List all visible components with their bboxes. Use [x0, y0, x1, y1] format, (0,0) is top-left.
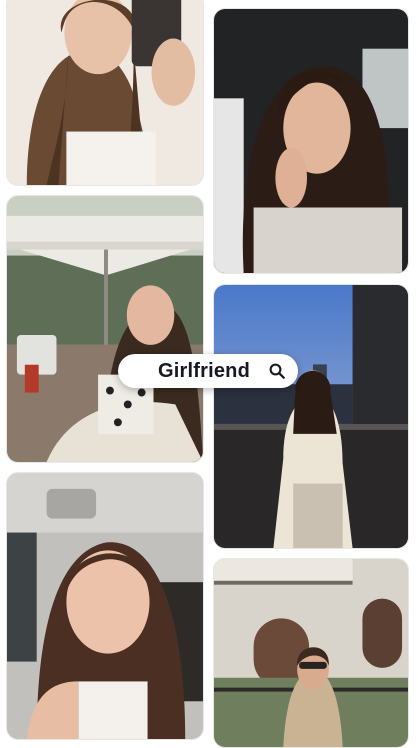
balcony-city-image: [214, 285, 408, 548]
photo-rooftop-umbrella[interactable]: [6, 195, 204, 463]
search-suggestion-pill[interactable]: Girlfriend: [118, 354, 298, 388]
photo-balcony-city-dusk[interactable]: [213, 284, 409, 549]
rooftop-umbrella-image: [7, 196, 203, 462]
courtyard-image: [214, 559, 408, 747]
mirror-selfie-image: [7, 0, 203, 185]
car-wink-image: [7, 473, 203, 739]
search-query-text: Girlfriend: [158, 359, 251, 382]
photo-hand-on-chin-selfie[interactable]: [213, 8, 409, 274]
photo-car-wink-selfie[interactable]: [6, 472, 204, 740]
photo-mirror-selfie[interactable]: [6, 0, 204, 186]
search-icon[interactable]: [268, 362, 286, 380]
photo-courtyard-sunglasses[interactable]: [213, 558, 409, 748]
hand-on-chin-image: [214, 9, 408, 273]
